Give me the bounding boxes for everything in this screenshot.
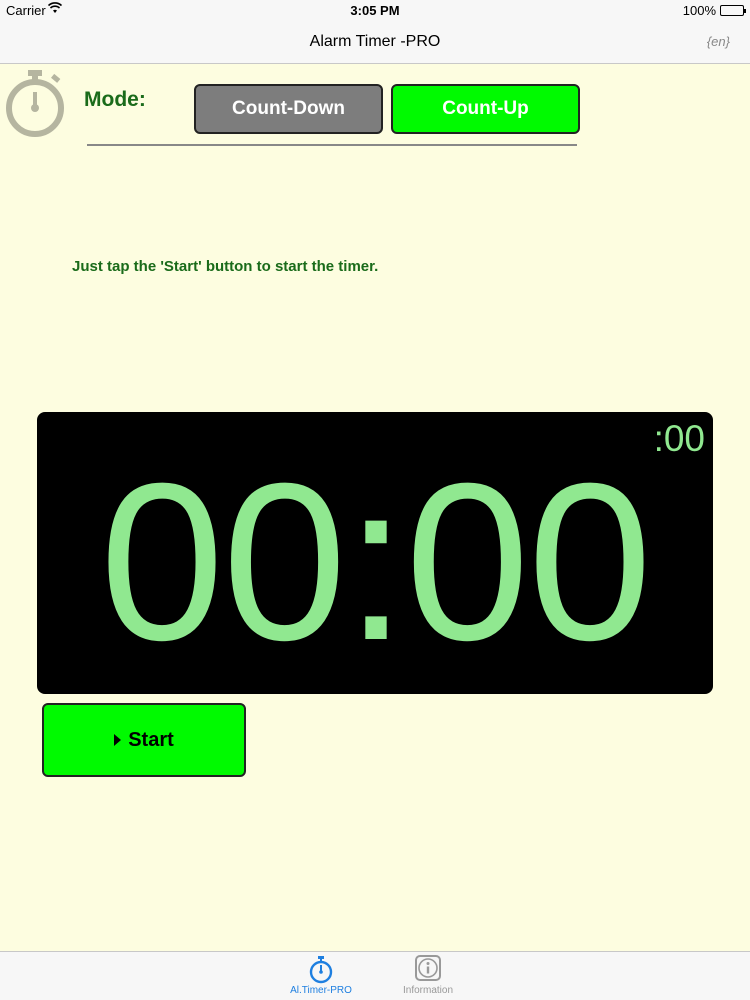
start-button-label: Start	[128, 728, 174, 751]
page-title: Alarm Timer -PRO	[309, 33, 441, 50]
mode-label: Mode:	[84, 88, 146, 111]
navigation-bar: Alarm Timer -PRO {en}	[0, 22, 750, 64]
count-up-button[interactable]: Count-Up	[391, 84, 580, 134]
status-time: 3:05 PM	[350, 3, 400, 18]
count-down-button[interactable]: Count-Down	[194, 84, 383, 134]
tab-label: Al.Timer-PRO	[290, 985, 352, 996]
stopwatch-icon	[6, 70, 64, 137]
timer-display: :00 00:00	[37, 412, 713, 694]
stopwatch-icon	[309, 956, 333, 984]
battery-icon	[720, 5, 746, 16]
tab-label: Information	[402, 985, 454, 996]
tab-bar: Al.Timer-PRO Information	[0, 951, 750, 1000]
status-bar: Carrier 3:05 PM 100%	[0, 0, 750, 22]
divider	[87, 144, 577, 146]
info-icon	[415, 955, 441, 981]
tab-information[interactable]: Information	[383, 954, 473, 1000]
language-button[interactable]: {en}	[707, 34, 730, 49]
main-time-readout: 00:00	[99, 437, 653, 687]
start-button[interactable]: Start	[42, 703, 246, 777]
tab-timer[interactable]: Al.Timer-PRO	[276, 954, 366, 1000]
instruction-text: Just tap the 'Start' button to start the…	[72, 258, 379, 275]
battery-percentage: 100%	[682, 3, 716, 18]
play-icon	[114, 734, 122, 746]
